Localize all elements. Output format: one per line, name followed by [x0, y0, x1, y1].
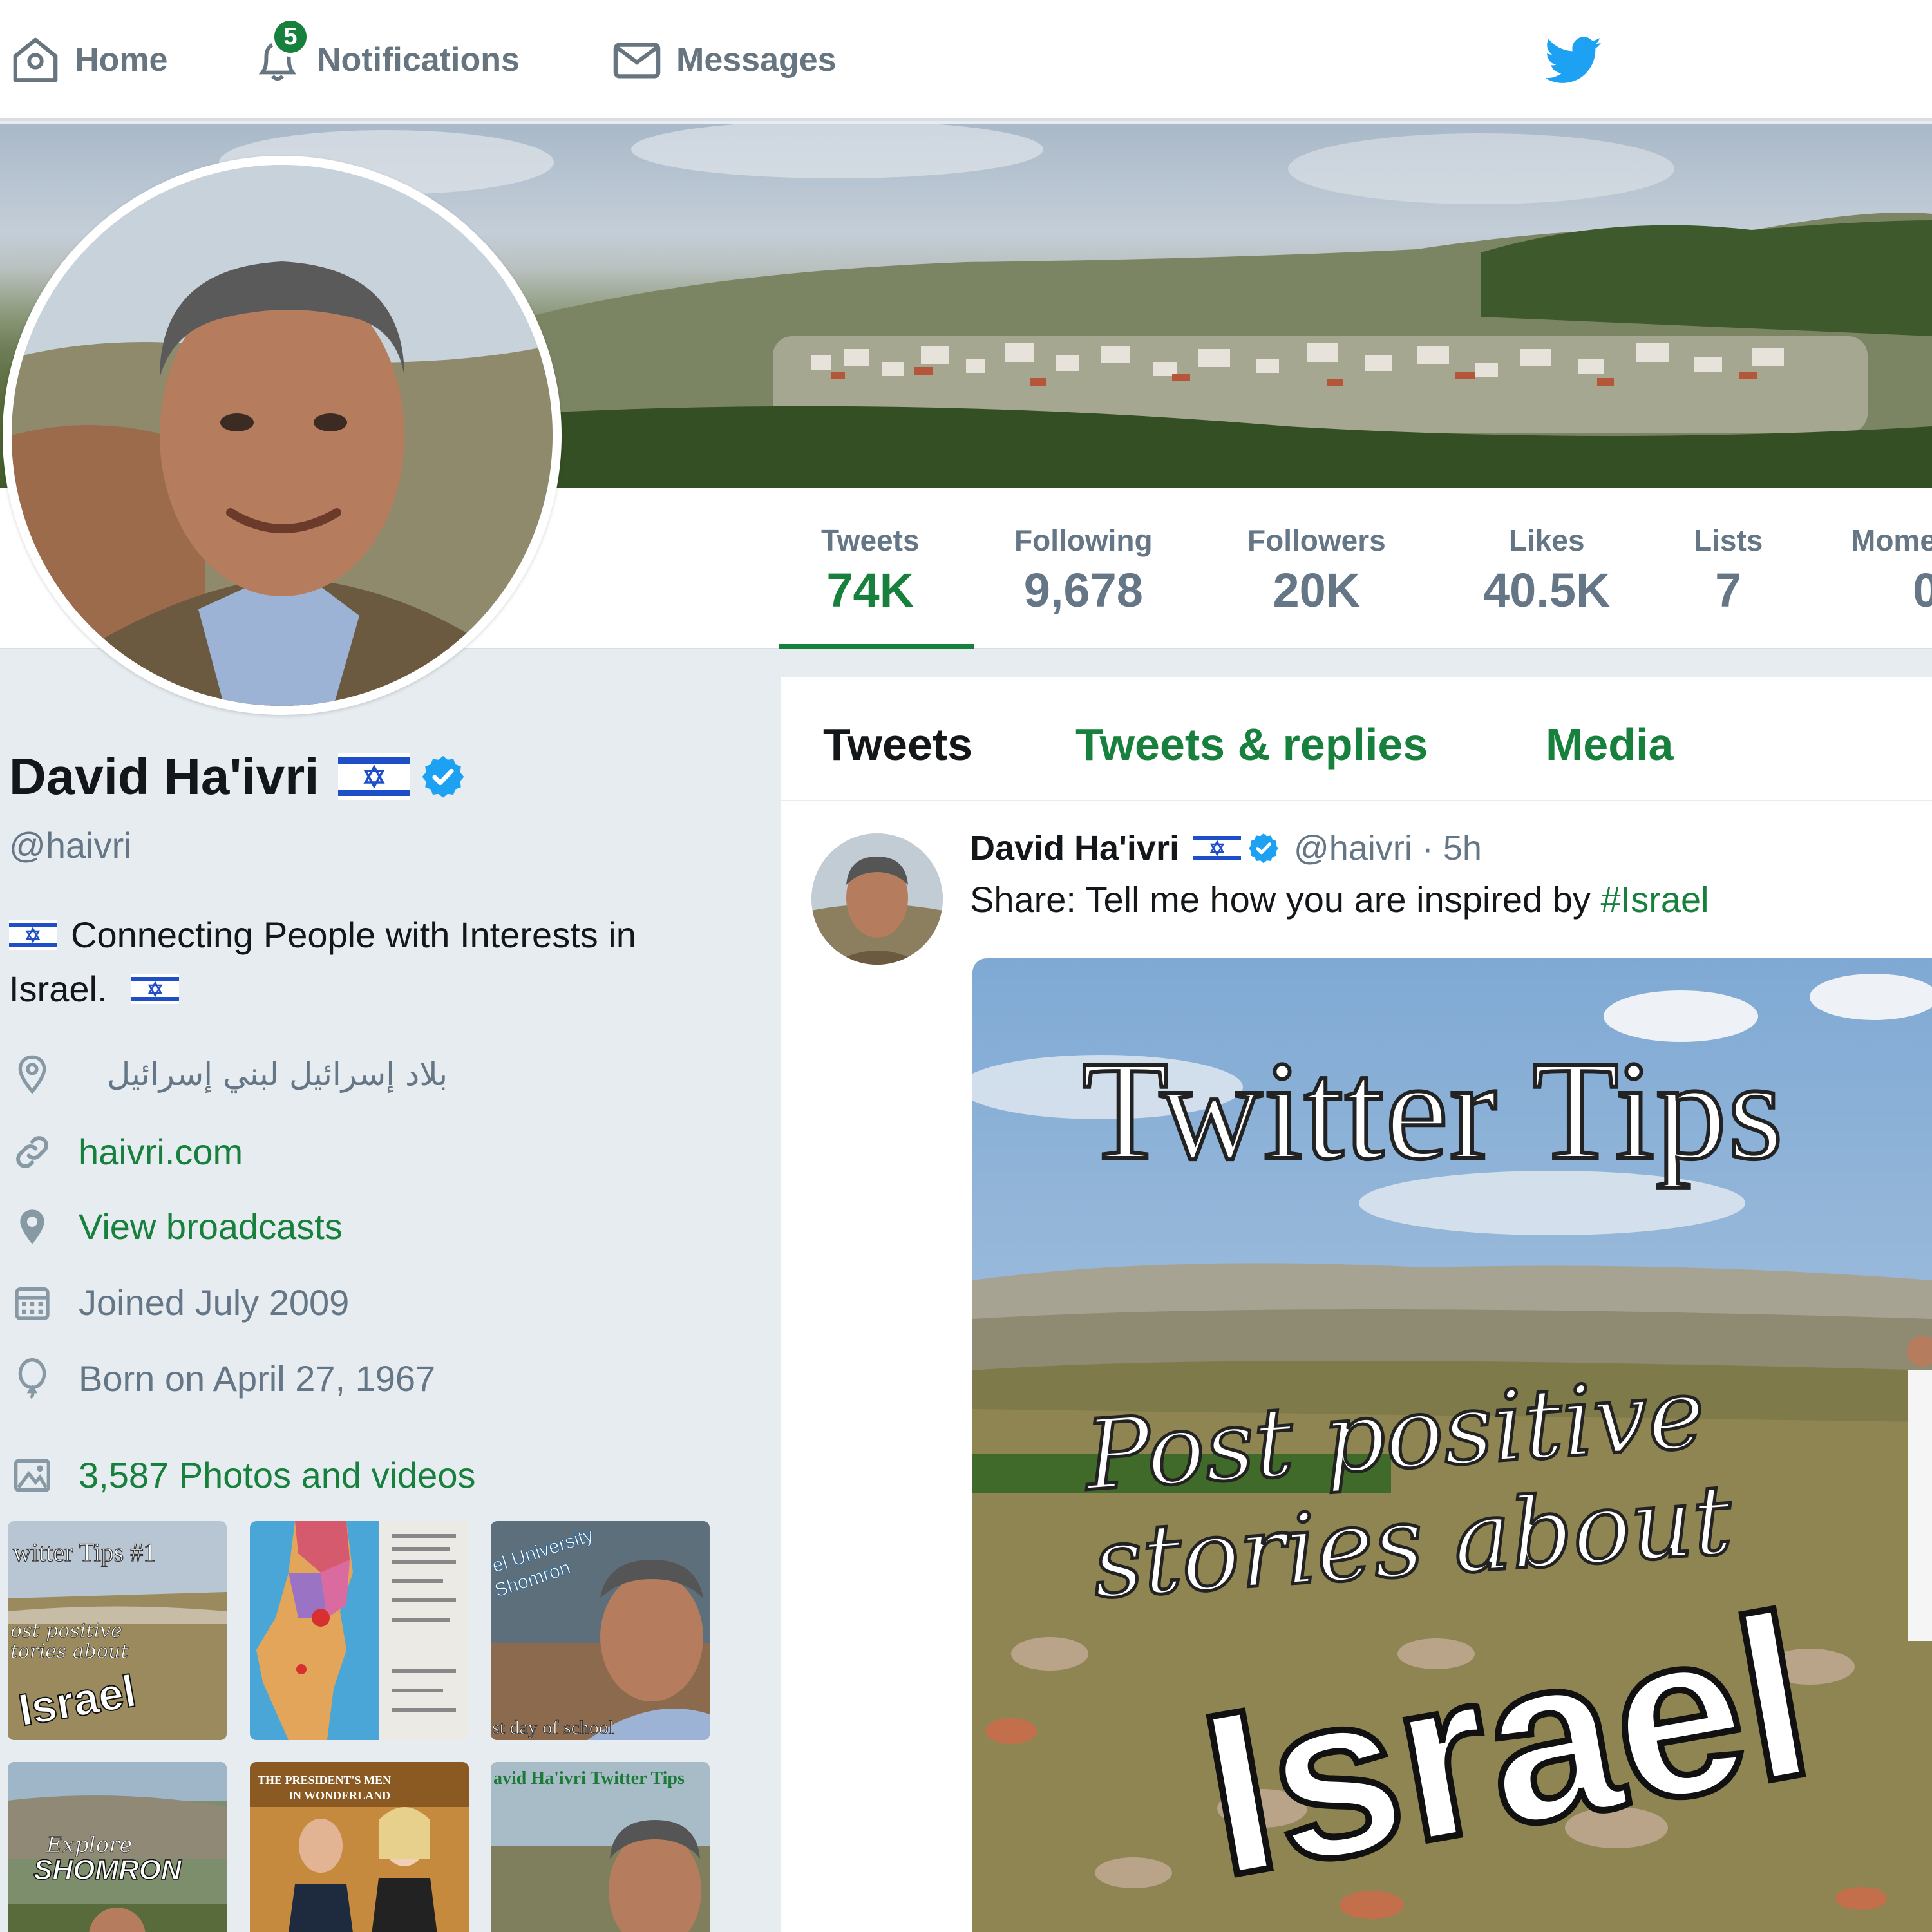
israel-flag-icon: [338, 753, 411, 800]
stat-label: Followers: [1247, 524, 1386, 557]
stat-label: Tweets: [821, 524, 920, 557]
view-broadcasts-link[interactable]: View broadcasts: [79, 1206, 343, 1247]
notifications-count-badge: 5: [270, 17, 310, 57]
nav-notifications-label: Notifications: [317, 41, 520, 79]
tab-tweets[interactable]: Tweets: [823, 719, 972, 770]
stat-tweets[interactable]: Tweets 74K: [821, 523, 920, 618]
broadcast-pin-icon: [20, 1209, 44, 1244]
nav-notifications[interactable]: 5 Notifications: [252, 17, 520, 89]
thumbnail-caption: witter Tips #1: [13, 1538, 156, 1567]
stat-lists[interactable]: Lists 7: [1694, 523, 1763, 618]
verified-icon: [422, 755, 464, 798]
stat-followers[interactable]: Followers 20K: [1247, 523, 1386, 618]
top-navigation: Home 5 Notifications Messages: [0, 0, 1932, 121]
stat-value: 0: [1913, 564, 1932, 617]
media-thumbnail[interactable]: Explore SHOMRON: [8, 1762, 227, 1932]
stat-likes[interactable]: Likes 40.5K: [1483, 523, 1610, 618]
balloon-icon: [18, 1358, 46, 1399]
thumbnail-caption: ost positive: [10, 1620, 122, 1642]
media-title-text: Twitter Tips: [1080, 1030, 1785, 1191]
avatar-photo: [12, 165, 553, 706]
tweet-hashtag-link[interactable]: #Israel: [1600, 879, 1709, 920]
nav-home-label: Home: [75, 41, 168, 79]
profile-photos-videos: 3,587 Photos and videos: [12, 1454, 475, 1496]
home-icon: [13, 37, 58, 82]
tweet-author-name[interactable]: David Ha'ivri: [970, 828, 1179, 868]
stat-value: 9,678: [1023, 564, 1143, 617]
stat-value: 40.5K: [1483, 564, 1611, 617]
stat-moments[interactable]: Mome 0: [1851, 523, 1932, 618]
twitter-bird-icon[interactable]: [1546, 36, 1602, 85]
tweet-author-avatar[interactable]: [811, 833, 943, 965]
profile-location: بلاد إسرائيل لبني إسرائيل: [12, 1054, 448, 1095]
profile-birthday: Born on April 27, 1967: [12, 1358, 435, 1399]
envelope-icon: [613, 43, 661, 79]
thumbnail-caption: st day of school: [492, 1717, 614, 1738]
tweet-text-body: Share: Tell me how you are inspired by: [970, 879, 1601, 920]
timeline: Tweets Tweets & replies Media David Ha'i…: [781, 677, 1932, 1932]
timeline-tabs: Tweets Tweets & replies Media: [781, 677, 1932, 801]
born-text: Born on April 27, 1967: [79, 1358, 436, 1399]
photo-icon: [14, 1459, 50, 1492]
tweet-text: Share: Tell me how you are inspired by #…: [970, 878, 1709, 920]
stat-label: Following: [1014, 524, 1153, 557]
verified-icon: [1248, 833, 1279, 864]
media-thumbnail[interactable]: avid Ha'ivri Twitter Tips: [491, 1762, 710, 1932]
tab-media[interactable]: Media: [1546, 719, 1673, 770]
location-text: بلاد إسرائيل لبني إسرائيل: [107, 1056, 448, 1093]
stat-following[interactable]: Following 9,678: [1014, 523, 1153, 618]
media-thumbnail[interactable]: witter Tips #1 ost positive tories about…: [8, 1521, 227, 1740]
profile-bio-text: Connecting People with Interests in Isra…: [9, 914, 636, 1009]
profile-name[interactable]: David Ha'ivri: [9, 747, 466, 806]
stat-value: 7: [1715, 564, 1742, 617]
media-subtitle: Post positive stories about: [1080, 1356, 1737, 1622]
nav-home[interactable]: Home: [10, 31, 167, 89]
media-thumbnail[interactable]: el University Shomron st day of school: [491, 1521, 710, 1740]
calendar-icon: [15, 1287, 50, 1320]
israel-flag-icon: [1193, 833, 1241, 863]
profile-website: haivri.com: [12, 1131, 243, 1173]
profile-bio: Connecting People with Interests in Isra…: [9, 908, 717, 1016]
tweet-media-image[interactable]: Twitter Tips Post positive stories about…: [972, 958, 1932, 1932]
stat-label: Lists: [1694, 524, 1763, 557]
active-stat-underline: [779, 644, 974, 649]
tab-tweets-and-replies[interactable]: Tweets & replies: [1075, 719, 1428, 770]
profile-name-text: David Ha'ivri: [9, 748, 319, 805]
thumbnail-caption: THE PRESIDENT'S MEN: [258, 1774, 391, 1786]
profile-handle[interactable]: @haivri: [9, 824, 132, 866]
stat-value: 20K: [1273, 564, 1361, 617]
photos-videos-link[interactable]: 3,587 Photos and videos: [79, 1454, 475, 1496]
joined-text: Joined July 2009: [79, 1282, 350, 1323]
media-thumbnail[interactable]: [250, 1521, 469, 1740]
stat-label: Likes: [1508, 524, 1585, 557]
thumbnail-caption: IN WONDERLAND: [289, 1789, 390, 1802]
nav-messages-label: Messages: [676, 41, 837, 79]
thumbnail-caption: avid Ha'ivri Twitter Tips: [493, 1768, 685, 1788]
profile-avatar[interactable]: [3, 156, 562, 715]
thumbnail-caption: tories about: [10, 1640, 129, 1663]
israel-flag-icon: [131, 974, 180, 1004]
stat-label: Mome: [1851, 524, 1932, 557]
profile-broadcasts: View broadcasts: [12, 1206, 343, 1247]
tweet-header: David Ha'ivri @haivri · 5h: [970, 828, 1482, 868]
tweet-handle-time[interactable]: @haivri · 5h: [1294, 828, 1482, 868]
location-icon: [18, 1055, 46, 1094]
stat-value: 74K: [826, 564, 914, 617]
israel-flag-icon: [9, 920, 57, 950]
media-thumbnail[interactable]: THE PRESIDENT'S MEN IN WONDERLAND: [250, 1762, 469, 1932]
thumbnail-caption: SHOMRON: [33, 1854, 182, 1886]
nav-messages[interactable]: Messages: [612, 31, 837, 89]
profile-joined: Joined July 2009: [12, 1282, 349, 1323]
website-link[interactable]: haivri.com: [79, 1131, 243, 1173]
link-icon: [16, 1135, 48, 1168]
